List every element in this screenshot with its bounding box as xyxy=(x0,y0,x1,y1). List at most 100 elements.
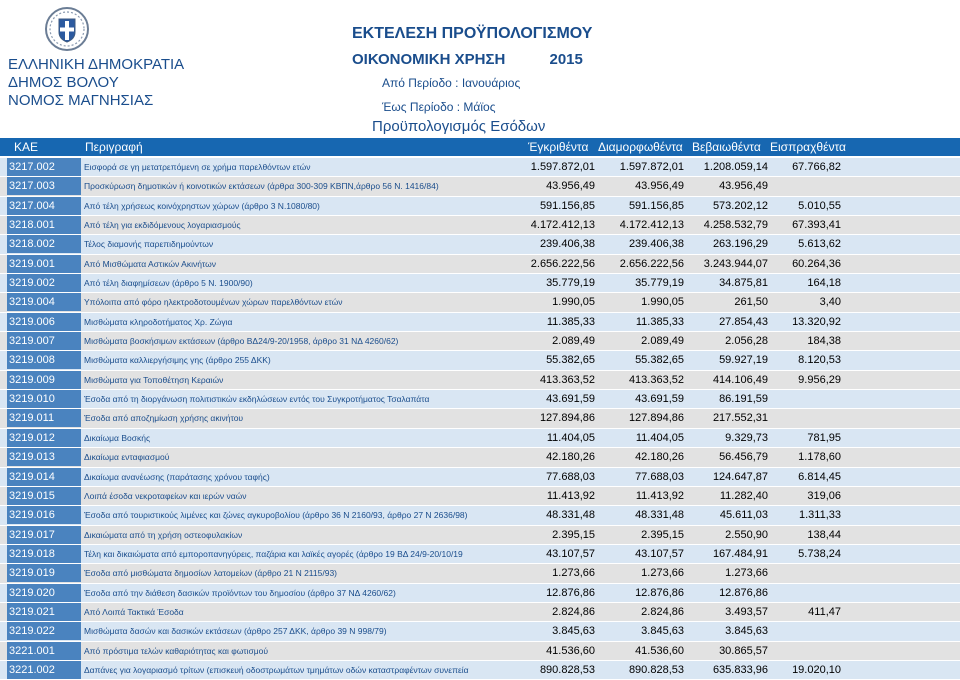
table-row: 3219.022 Μισθώματα δασών και δασικών εκτά… xyxy=(0,622,960,642)
shaped-cell: 1.273,66 xyxy=(641,567,684,580)
approved-cell: 890.828,53 xyxy=(539,663,595,676)
certified-cell: 4.258.532,79 xyxy=(703,219,768,232)
shaped-cell: 77.688,03 xyxy=(635,470,684,483)
title-block: ΕΚΤΕΛΕΣΗ ΠΡΟΫΠΟΛΟΓΙΣΜΟΥ ΟΙΚΟΝΟΜΙΚΗ ΧΡΗΣΗ… xyxy=(352,24,592,116)
table-row: 3219.018 Τέλη και δικαιώματα από εμποροπα… xyxy=(0,544,960,565)
description-cell: Τέλος διαμονής παρεπιδημούντων xyxy=(84,239,214,250)
kae-cell: 3219.009 xyxy=(7,370,81,389)
description-cell: Μισθώματα για Τοποθέτηση Κεραιών xyxy=(84,374,224,385)
kae-cell: 3221.002 xyxy=(7,660,81,679)
period-from: Από Περίοδο : Ιανουάριος xyxy=(382,76,521,90)
kae-cell: 3219.012 xyxy=(7,428,81,447)
collected-cell xyxy=(765,584,841,602)
certified-cell: 1.273,66 xyxy=(725,567,768,580)
approved-cell: 43.956,49 xyxy=(546,180,595,193)
collected-cell: 6.814,45 xyxy=(798,470,841,483)
collected-cell: 8.120,53 xyxy=(798,354,841,367)
description-cell: Τέλη και δικαιώματα από εμποροπανηγύρεις… xyxy=(84,548,463,559)
certified-cell: 34.875,81 xyxy=(719,277,768,290)
kae-cell: 3218.001 xyxy=(7,216,81,235)
collected-cell: 9.956,29 xyxy=(798,373,841,386)
shaped-cell: 43.691,59 xyxy=(635,393,684,406)
collected-cell: 60.264,36 xyxy=(792,257,841,270)
shaped-cell: 42.180,26 xyxy=(635,451,684,464)
table-row: 3218.001 Από τέλη για εκδιδόμενους λογαρι… xyxy=(0,216,960,236)
table-row: 3219.016 Έσοδα από τουριστικούς λιμένες κ… xyxy=(0,506,960,526)
kae-cell: 3219.020 xyxy=(7,583,81,602)
approved-cell: 1.273,66 xyxy=(552,567,595,580)
table-row: 3219.014 Δικαίωμα ανανέωσης (παράτασης χρ… xyxy=(0,467,960,487)
description-cell: Από τέλη διαφημίσεων (άρθρο 5 Ν. 1900/90… xyxy=(84,278,253,289)
shaped-cell: 591.156,85 xyxy=(628,199,684,212)
description-cell: Από τέλη για εκδιδόμενους λογαριασμούς xyxy=(84,220,241,231)
certified-cell: 217.552,31 xyxy=(712,412,768,425)
description-cell: Προσκύρωση δημοτικών ή κοινοτικών εκτάσε… xyxy=(84,181,439,192)
table-row: 3219.017 Δικαιώματα από τη χρήση οστεοφυλ… xyxy=(0,525,960,545)
table-row: 3219.019 Έσοδα από μισθώματα δημοσίων λατ… xyxy=(0,564,960,584)
approved-cell: 43.691,59 xyxy=(546,393,595,406)
table-row: 3219.010 Έσοδα από τη διοργάνωση πολιτιστ… xyxy=(0,390,960,410)
kae-cell: 3219.018 xyxy=(7,544,81,563)
certified-cell: 3.493,57 xyxy=(725,605,768,618)
table-row: 3219.002 Από τέλη διαφημίσεων (άρθρο 5 Ν.… xyxy=(0,274,960,294)
description-cell: Μισθώματα δασών και δασικών εκτάσεων (άρ… xyxy=(84,626,387,637)
approved-cell: 127.894,86 xyxy=(539,412,595,425)
kae-cell: 3219.015 xyxy=(7,486,81,505)
table-row: 3219.011 Έσοδα από αποζημίωση χρήσης ακιν… xyxy=(0,409,960,429)
shaped-cell: 12.876,86 xyxy=(635,586,684,599)
kae-cell: 3219.013 xyxy=(7,448,81,467)
table-row: 3219.013 Δικαίωμα ενταφιασμού 42.180,26 42.… xyxy=(0,448,960,468)
hellenic-emblem-icon xyxy=(45,7,89,51)
collected-cell: 67.393,41 xyxy=(792,219,841,232)
fiscal-year: 2015 xyxy=(549,51,583,68)
collected-cell: 1.311,33 xyxy=(798,509,841,522)
description-cell: Από Λοιπά Τακτικά Έσοδα xyxy=(84,606,184,617)
report-header: ΕΛΛΗΝΙΚΗ ΔΗΜΟΚΡΑΤΙΑ ΔΗΜΟΣ ΒΟΛΟΥ ΝΟΜΟΣ ΜΑ… xyxy=(0,0,960,138)
kae-cell: 3218.002 xyxy=(7,235,81,254)
certified-cell: 56.456,79 xyxy=(719,451,768,464)
shaped-cell: 55.382,65 xyxy=(635,354,684,367)
shaped-cell: 2.089,49 xyxy=(641,335,684,348)
col-certified: Βεβαιωθέντα xyxy=(692,140,761,154)
description-cell: Από Μισθώματα Αστικών Ακινήτων xyxy=(84,258,217,269)
approved-cell: 12.876,86 xyxy=(546,586,595,599)
shaped-cell: 43.956,49 xyxy=(635,180,684,193)
certified-cell: 27.854,43 xyxy=(719,315,768,328)
table-row: 3221.002 Δαπάνες για λογαριασμό τρίτων (ε… xyxy=(0,660,960,680)
shaped-cell: 11.413,92 xyxy=(635,489,684,502)
description-cell: Έσοδα από τη διοργάνωση πολιτιστικών εκδ… xyxy=(84,394,430,405)
collected-cell: 13.320,92 xyxy=(792,315,841,328)
collected-cell: 1.178,60 xyxy=(798,451,841,464)
shaped-cell: 890.828,53 xyxy=(628,663,684,676)
kae-cell: 3219.021 xyxy=(7,602,81,621)
certified-cell: 86.191,59 xyxy=(719,393,768,406)
table-row: 3219.009 Μισθώματα για Τοποθέτηση Κεραιών… xyxy=(0,370,960,391)
kae-cell: 3217.003 xyxy=(7,177,81,196)
collected-cell xyxy=(765,390,841,408)
shaped-cell: 11.385,33 xyxy=(635,315,684,328)
description-cell: Μισθώματα βοσκήσιμων εκτάσεων (άρθρο ΒΔ2… xyxy=(84,336,399,347)
fiscal-year-line: ΟΙΚΟΝΟΜΙΚΗ ΧΡΗΣΗ 2015 xyxy=(352,50,592,70)
table-row: 3219.008 Μισθώματα καλλιεργήσιμης γης (άρ… xyxy=(0,351,960,371)
kae-cell: 3219.010 xyxy=(7,390,81,409)
revenue-table: 3217.002 Εισφορά σε γη μετατρεπόμενη σε χ… xyxy=(0,158,960,680)
approved-cell: 11.413,92 xyxy=(546,489,595,502)
approved-cell: 2.824,86 xyxy=(552,605,595,618)
collected-cell: 5.613,62 xyxy=(798,238,841,251)
table-row: 3217.002 Εισφορά σε γη μετατρεπόμενη σε χ… xyxy=(0,158,960,178)
certified-cell: 30.865,57 xyxy=(719,644,768,657)
kae-cell: 3219.017 xyxy=(7,525,81,544)
approved-cell: 4.172.412,13 xyxy=(530,219,595,232)
collected-cell: 5.010,55 xyxy=(798,199,841,212)
section-title: Προϋπολογισμός Εσόδων xyxy=(372,118,546,135)
shaped-cell: 3.845,63 xyxy=(641,625,684,638)
shaped-cell: 413.363,52 xyxy=(628,373,684,386)
shaped-cell: 43.107,57 xyxy=(635,547,684,560)
description-cell: Εισφορά σε γη μετατρεπόμενη σε χρήμα παρ… xyxy=(84,162,311,172)
shaped-cell: 48.331,48 xyxy=(635,509,684,522)
description-cell: Από τέλη χρήσεως κοινόχρηστων χώρων (άρθ… xyxy=(84,200,320,211)
certified-cell: 573.202,12 xyxy=(712,199,768,212)
certified-cell: 11.282,40 xyxy=(719,489,768,502)
table-row: 3217.003 Προσκύρωση δημοτικών ή κοινοτικώ… xyxy=(0,177,960,197)
description-cell: Δικαίωμα Βοσκής xyxy=(84,432,151,443)
